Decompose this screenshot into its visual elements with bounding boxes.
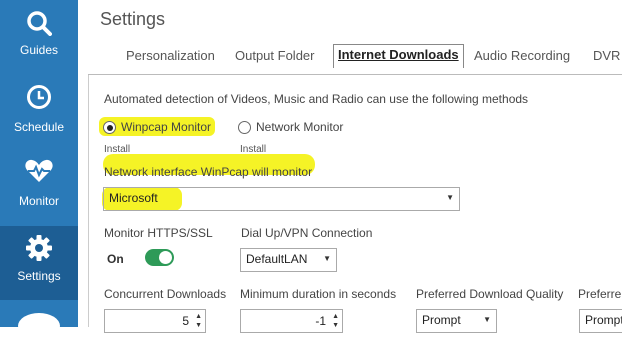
winpcap-radio[interactable] (103, 121, 116, 134)
stepper-down-icon[interactable]: ▼ (332, 322, 339, 329)
sidebar-item-schedule[interactable]: Schedule (0, 76, 78, 150)
dialup-value: DefaultLAN (246, 252, 308, 266)
quality-value: Prompt (422, 313, 461, 327)
toggle-knob (159, 251, 172, 264)
concurrent-stepper[interactable]: 5 ▲ ▼ (104, 309, 206, 333)
https-label: Monitor HTTPS/SSL (104, 226, 213, 240)
tab-audio-recording[interactable]: Audio Recording (474, 48, 570, 63)
preferred2-select[interactable]: Prompt (579, 309, 622, 333)
tab-internet-downloads[interactable]: Internet Downloads (333, 44, 464, 68)
tab-output-folder[interactable]: Output Folder (235, 48, 315, 63)
https-state: On (107, 252, 124, 266)
heart-pulse-icon (25, 159, 53, 182)
minduration-stepper[interactable]: -1 ▲ ▼ (240, 309, 343, 333)
chevron-down-icon: ▼ (323, 254, 331, 263)
panel-border (88, 75, 89, 327)
dialup-select[interactable]: DefaultLAN ▼ (240, 248, 337, 272)
tab-dvr[interactable]: DVR (593, 48, 620, 63)
sidebar-item-guides[interactable]: Guides (0, 0, 78, 74)
clock-icon (27, 85, 51, 109)
search-icon (27, 11, 52, 36)
stepper-down-icon[interactable]: ▼ (195, 322, 202, 329)
preferred2-value: Prompt (585, 313, 622, 327)
quality-label: Preferred Download Quality (416, 287, 564, 301)
winpcap-label[interactable]: Winpcap Monitor (121, 120, 211, 134)
stepper-up-icon[interactable]: ▲ (195, 313, 202, 320)
interface-label: Network interface WinPcap will monitor (104, 165, 313, 179)
tab-divider (88, 74, 622, 75)
stepper-up-icon[interactable]: ▲ (332, 313, 339, 320)
gear-icon (26, 235, 52, 261)
sidebar-item-monitor[interactable]: Monitor (0, 152, 78, 226)
dialup-label: Dial Up/VPN Connection (241, 226, 373, 240)
page-title: Settings (100, 9, 166, 29)
concurrent-label: Concurrent Downloads (104, 287, 227, 301)
tab-label: Internet Downloads (338, 47, 459, 62)
tab-bar: Personalization Output Folder Internet D… (78, 44, 622, 70)
tab-personalization[interactable]: Personalization (126, 48, 215, 63)
chevron-down-icon: ▼ (483, 315, 491, 324)
detection-label: Automated detection of Videos, Music and… (104, 92, 529, 106)
network-monitor-radio[interactable] (238, 121, 251, 134)
preferred2-label: Preferre (578, 287, 622, 301)
sidebar-item-label: Monitor (18, 194, 59, 208)
concurrent-value: 5 (182, 314, 189, 328)
https-toggle[interactable] (145, 249, 174, 266)
chevron-down-icon: ▼ (446, 193, 454, 202)
sidebar-item-label: Settings (17, 269, 61, 283)
install-network-link[interactable]: Install (240, 144, 266, 155)
sidebar-item-label: Guides (19, 43, 59, 57)
quality-select[interactable]: Prompt ▼ (416, 309, 497, 333)
install-winpcap-link[interactable]: Install (104, 144, 130, 155)
interface-value: Microsoft (109, 191, 158, 205)
sidebar: Guides Schedule Monitor Settings (0, 0, 78, 339)
minduration-label: Minimum duration in seconds (240, 287, 397, 301)
network-monitor-label[interactable]: Network Monitor (256, 120, 343, 134)
chat-bubble-icon[interactable] (18, 313, 60, 339)
sidebar-item-settings[interactable]: Settings (0, 226, 78, 300)
sidebar-item-label: Schedule (13, 120, 65, 134)
minduration-value: -1 (315, 314, 326, 328)
interface-select[interactable]: Microsoft ▼ (103, 187, 460, 211)
